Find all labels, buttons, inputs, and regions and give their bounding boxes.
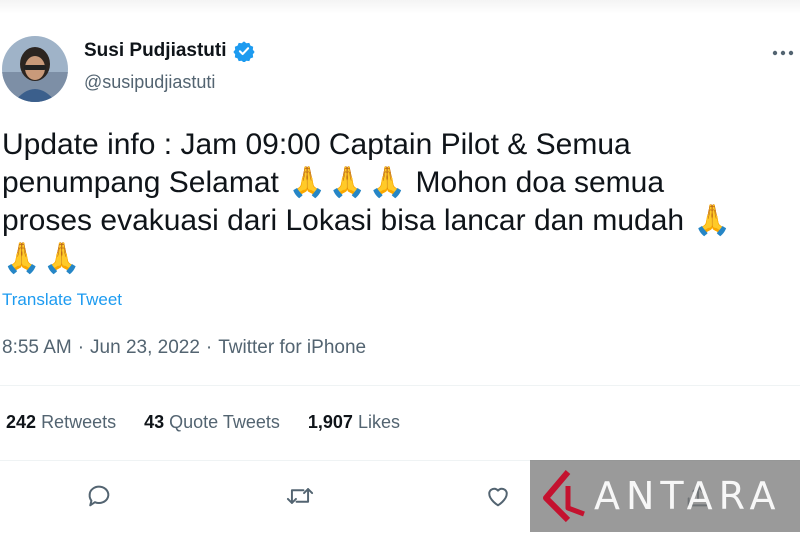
tweet-date[interactable]: Jun 23, 2022 xyxy=(90,337,200,359)
antara-watermark: ANTARA xyxy=(530,460,800,532)
tweet-time[interactable]: 8:55 AM xyxy=(2,337,72,359)
folded-hands-emoji: 🙏 xyxy=(368,166,406,199)
retweets-count: 242 xyxy=(6,412,37,432)
quote-tweets-label: Quote Tweets xyxy=(169,412,280,432)
folded-hands-emoji: 🙏 xyxy=(288,166,326,199)
meta-separator: · xyxy=(77,337,85,358)
retweet-icon[interactable] xyxy=(282,478,318,514)
quote-tweets-count: 43 xyxy=(144,412,165,432)
folded-hands-emoji: 🙏 xyxy=(43,242,81,275)
tweet-line-1: Update info : Jam 09:00 Captain Pilot & … xyxy=(2,128,631,161)
folded-hands-emoji: 🙏 xyxy=(3,242,41,275)
retweets-stat[interactable]: 242 Retweets xyxy=(6,412,116,433)
reply-icon[interactable] xyxy=(81,478,117,514)
like-icon[interactable] xyxy=(480,478,516,514)
tweet-text: Update info : Jam 09:00 Captain Pilot & … xyxy=(2,126,792,278)
tweet-meta: 8:55 AM · Jun 23, 2022 · Twitter for iPh… xyxy=(2,337,366,359)
watermark-text: ANTARA xyxy=(594,474,782,518)
likes-label: Likes xyxy=(357,412,400,432)
tweet-line-2a: penumpang Selamat xyxy=(2,166,288,199)
translate-tweet-link[interactable]: Translate Tweet xyxy=(2,290,122,310)
author-handle[interactable]: @susipudjiastuti xyxy=(84,72,215,93)
engagement-stats: 242 Retweets 43 Quote Tweets 1,907 Likes xyxy=(6,412,400,433)
folded-hands-emoji: 🙏 xyxy=(328,166,366,199)
author-name[interactable]: Susi Pudjiastuti xyxy=(84,40,255,62)
verified-badge-icon xyxy=(232,40,255,62)
retweets-label: Retweets xyxy=(41,412,117,432)
avatar[interactable] xyxy=(2,36,68,102)
tweet-line-3: proses evakuasi dari Lokasi bisa lancar … xyxy=(2,204,693,237)
folded-hands-emoji: 🙏 xyxy=(693,204,732,237)
top-fade xyxy=(0,0,800,14)
quote-tweets-stat[interactable]: 43 Quote Tweets xyxy=(144,412,280,433)
more-icon[interactable] xyxy=(768,38,798,68)
tweet-line-2b: Mohon doa semua xyxy=(407,166,665,199)
likes-stat[interactable]: 1,907 Likes xyxy=(308,412,400,433)
tweet-source[interactable]: Twitter for iPhone xyxy=(218,337,366,359)
antara-logo-icon xyxy=(543,470,585,523)
meta-separator: · xyxy=(205,337,213,358)
likes-count: 1,907 xyxy=(307,412,353,432)
author-name-text: Susi Pudjiastuti xyxy=(84,40,227,61)
divider xyxy=(0,385,800,386)
